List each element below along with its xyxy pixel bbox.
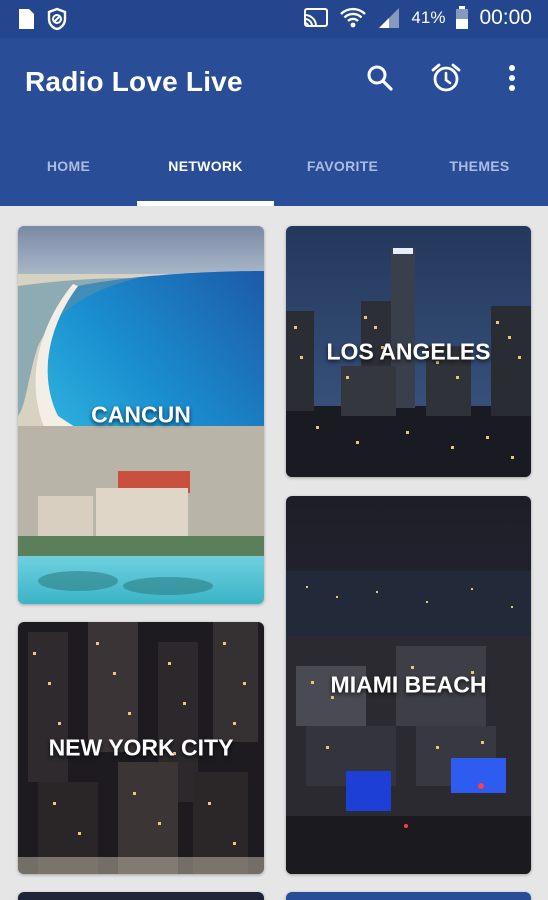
alarm-icon (430, 62, 462, 99)
search-button[interactable] (364, 64, 396, 96)
tab-bar: HOME NETWORK FAVORITE THEMES (0, 146, 548, 206)
more-vert-icon (508, 64, 516, 97)
tab-label: THEMES (449, 158, 510, 174)
search-icon (366, 64, 394, 97)
tab-label: HOME (46, 158, 91, 174)
city-card-partial[interactable] (286, 892, 531, 900)
sim-icon (16, 7, 36, 31)
alarm-button[interactable] (430, 62, 462, 99)
tab-themes[interactable]: THEMES (411, 146, 548, 206)
cast-icon (303, 7, 329, 29)
tab-home[interactable]: HOME (0, 146, 137, 206)
tab-favorite[interactable]: FAVORITE (274, 146, 411, 206)
signal-icon (377, 6, 401, 30)
city-card-cancun[interactable]: CANCUN (18, 226, 264, 604)
clock: 00:00 (479, 6, 532, 29)
city-card-partial[interactable] (18, 892, 264, 900)
wifi-icon (339, 6, 367, 30)
tab-label: NETWORK (168, 158, 243, 174)
city-grid: CANCUN LOS ANGELES MIAMI BEACH NEW YORK … (0, 206, 548, 900)
app-title: Radio Love Live (25, 66, 243, 97)
city-card-miami-beach[interactable]: MIAMI BEACH (286, 496, 531, 874)
tab-label: FAVORITE (306, 158, 379, 174)
city-name: MIAMI BEACH (330, 671, 487, 698)
city-card-los-angeles[interactable]: LOS ANGELES (286, 226, 531, 477)
city-card-new-york-city[interactable]: NEW YORK CITY (18, 622, 264, 874)
battery-percent: 41% (411, 8, 446, 27)
tab-network[interactable]: NETWORK (137, 146, 274, 206)
status-bar: 41% 00:00 (0, 0, 548, 38)
city-name: NEW YORK CITY (48, 734, 234, 761)
app-bar: Radio Love Live HOME NETWORK FAVORITE TH… (0, 38, 548, 206)
shield-icon (46, 7, 68, 31)
city-name: LOS ANGELES (326, 338, 491, 364)
city-name: CANCUN (91, 401, 191, 428)
more-options-button[interactable] (496, 64, 528, 96)
battery-icon (455, 6, 469, 30)
